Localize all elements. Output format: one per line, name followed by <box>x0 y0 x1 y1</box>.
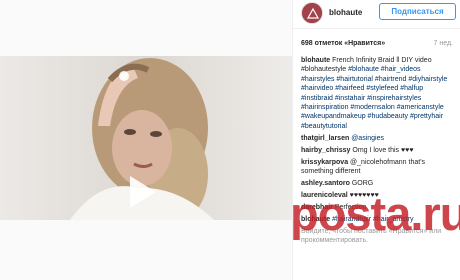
comment-text: Perfection <box>334 203 367 211</box>
post-date[interactable]: 7 нед. <box>434 40 453 47</box>
comment-item: darebhair Perfection <box>301 203 453 212</box>
comment-text: Omg I love this ♥♥♥ <box>352 146 414 154</box>
comment-username[interactable]: blohaute <box>301 216 330 223</box>
caption-username[interactable]: blohaute <box>301 57 330 64</box>
media-panel <box>0 0 292 280</box>
follow-button[interactable]: Подписаться <box>379 3 456 20</box>
comment-text[interactable]: #hairandhair #hair_artistry <box>332 216 413 223</box>
comment-item: laurenicoleval ♥♥♥♥♥♥♥ <box>301 191 453 200</box>
likes-row: 698 отметок «Нравится» 7 нед. <box>301 40 453 52</box>
likes-count[interactable]: 698 отметок «Нравится» <box>301 40 385 47</box>
comment-item: krissykarpova @_nicolehofmann that's som… <box>301 158 453 177</box>
comment-item: hairby_chrissy Omg I love this ♥♥♥ <box>301 146 453 155</box>
comment-username[interactable]: laurenicoleval <box>301 192 348 199</box>
comment-username[interactable]: darebhair <box>301 204 333 211</box>
comment-text: ♥♥♥♥♥♥♥ <box>349 191 379 199</box>
play-button[interactable] <box>118 170 162 214</box>
comment-item: ashley.santoro GORG <box>301 179 453 188</box>
comment-username[interactable]: ashley.santoro <box>301 180 350 187</box>
avatar-logo-icon <box>302 3 322 23</box>
comments-list: blohaute French Infinity Braid ll DIY vi… <box>301 56 453 248</box>
avatar[interactable] <box>301 2 323 24</box>
video-thumbnail[interactable] <box>0 56 292 220</box>
post-header: blohaute Подписаться <box>293 0 460 29</box>
comment-username[interactable]: thatgirl_larsen <box>301 135 349 142</box>
comment-item: thatgirl_larsen @asingies <box>301 134 453 143</box>
comment-username[interactable]: krissykarpova <box>301 159 348 166</box>
caption: blohaute French Infinity Braid ll DIY vi… <box>301 56 453 131</box>
comment-text[interactable]: @asingies <box>351 135 384 142</box>
comment-text: GORG <box>351 179 374 187</box>
caption-hashtags[interactable]: #blohaute #hair_videos #hairstyles #hair… <box>301 66 447 129</box>
comment-item: blohaute #hairandhair #hair_artistry <box>301 215 453 224</box>
post-sidebar: blohaute Подписаться 698 отметок «Нравит… <box>292 0 460 280</box>
play-icon <box>130 176 156 208</box>
comment-username[interactable]: hairby_chrissy <box>301 147 350 154</box>
login-prompt[interactable]: Войдите, чтобы поставить «Нравится» или … <box>301 227 453 246</box>
username-link[interactable]: blohaute <box>329 8 362 17</box>
